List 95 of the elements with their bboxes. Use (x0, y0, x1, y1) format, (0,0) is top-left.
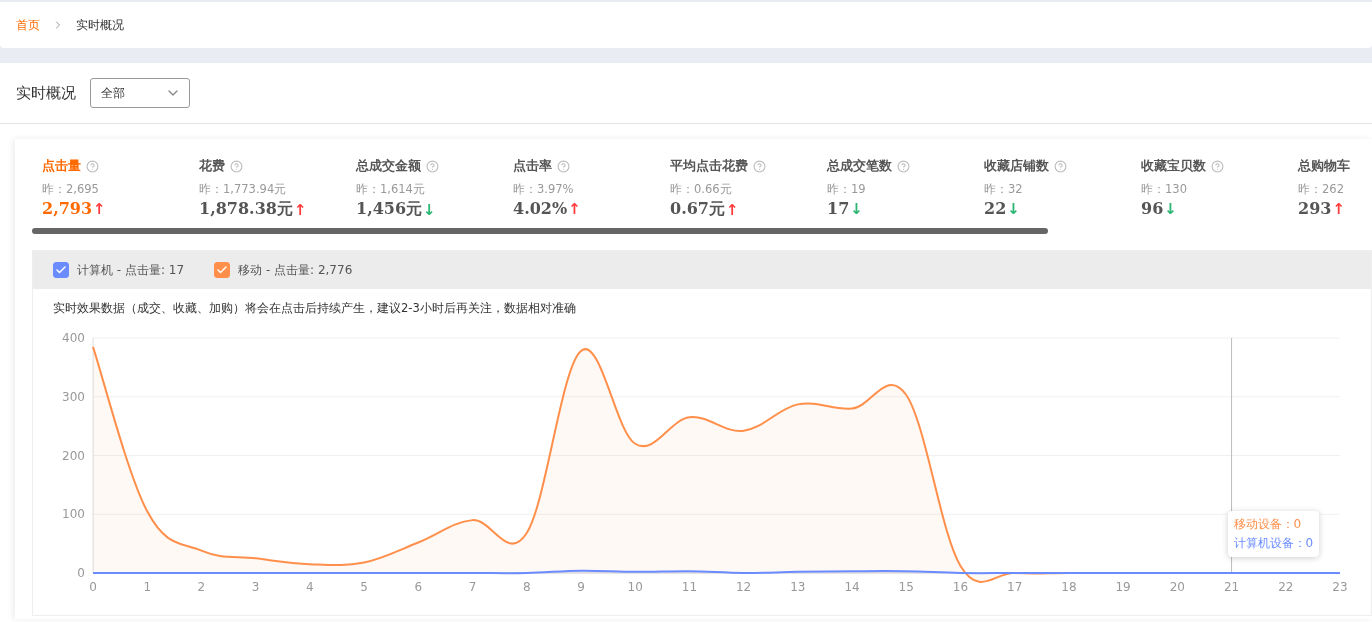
y-axis-label: 200 (62, 448, 85, 463)
x-axis-label: 6 (414, 580, 423, 594)
trend-arrow: ↑ (725, 200, 739, 219)
x-axis-label: 2 (197, 580, 206, 594)
metric-label: 点击率 (513, 157, 552, 175)
help-icon[interactable] (557, 159, 570, 173)
metric-label: 点击量 (42, 157, 81, 175)
x-axis-label: 14 (844, 580, 860, 594)
notice-text: 实时效果数据（成交、收藏、加购）将会在点击后持续产生，建议2-3小时后再关注，数据相对准确 (52, 300, 577, 317)
metric-yesterday: 昨：0.66元 (670, 182, 733, 198)
metric-yesterday: 昨：32 (984, 182, 1024, 198)
metric-value: 4.02% (513, 199, 568, 218)
x-axis-label: 10 (627, 580, 643, 594)
help-icon[interactable] (897, 159, 910, 173)
check-icon (216, 264, 229, 276)
metric-card[interactable]: 总成交金额 昨：1,614元 1,456元↓ (356, 156, 513, 220)
metric-card[interactable]: 总成交笔数 昨：19 17↓ (827, 156, 984, 220)
help-icon[interactable] (1054, 159, 1067, 173)
metric-value: 96 (1141, 199, 1164, 218)
metric-card[interactable]: 花费 昨：1,773.94元 1,878.38元↑ (199, 156, 356, 220)
x-axis-label: 17 (1007, 580, 1023, 594)
x-axis-label: 7 (468, 580, 477, 594)
x-axis-label: 12 (735, 580, 752, 594)
y-axis-label: 300 (62, 389, 85, 404)
metric-yesterday: 昨：1,773.94元 (199, 182, 288, 198)
trend-arrow: ↓ (423, 200, 436, 219)
help-icon[interactable] (230, 159, 243, 173)
metric-label: 花费 (199, 157, 225, 175)
y-axis-label: 0 (77, 566, 85, 580)
trend-arrow: ↑ (568, 199, 581, 218)
legend-label: 计算机 - 点击量: 17 (77, 261, 185, 279)
trend-arrow: ↓ (850, 199, 863, 218)
metric-card[interactable]: 收藏宝贝数 昨：130 96↓ (1141, 156, 1298, 220)
check-icon (55, 264, 67, 276)
x-axis-label: 22 (1278, 580, 1294, 594)
x-axis-label: 19 (1115, 580, 1131, 594)
section-title: 实时概况 (16, 83, 76, 103)
x-axis-label: 1 (143, 580, 152, 594)
metric-yesterday: 昨：1,614元 (356, 182, 426, 198)
metric-card[interactable]: 收藏店铺数 昨：32 22↓ (984, 156, 1141, 220)
metric-label: 总购物车 (1298, 157, 1350, 175)
legend-checkbox[interactable] (53, 262, 69, 278)
trend-arrow: ↑ (293, 200, 307, 219)
legend-label: 移动 - 点击量: 2,776 (238, 261, 353, 279)
metric-value: 22 (984, 199, 1007, 218)
metric-card[interactable]: 点击率 昨：3.97% 4.02%↑ (513, 156, 670, 220)
x-axis-label: 4 (306, 580, 314, 594)
metric-value: 0.67元 (670, 199, 725, 220)
help-icon[interactable] (86, 159, 99, 173)
metric-value: 17 (827, 199, 850, 218)
x-axis-label: 23 (1332, 580, 1348, 594)
tooltip-line: 移动设备：0 (1233, 516, 1303, 533)
x-axis-label: 3 (251, 580, 260, 594)
y-axis-label: 100 (62, 507, 85, 522)
x-axis-label: 9 (577, 580, 585, 594)
metric-card[interactable]: 点击量 昨：2,695 2,793↑ (42, 156, 199, 220)
tooltip-line: 计算机设备：0 (1233, 535, 1314, 552)
metric-value: 293 (1298, 199, 1332, 218)
trend-arrow: ↓ (1164, 199, 1177, 218)
trend-arrow: ↑ (1332, 199, 1345, 218)
x-axis-label: 5 (360, 580, 368, 594)
x-axis-label: 13 (790, 580, 806, 594)
metric-value: 1,456元 (356, 199, 423, 220)
metric-label: 平均点击花费 (670, 157, 748, 175)
filter-select[interactable]: 全部 (90, 78, 190, 108)
metric-yesterday: 昨：2,695 (42, 182, 100, 198)
x-axis-label: 21 (1223, 580, 1240, 594)
y-axis-label: 400 (62, 331, 85, 345)
x-axis-label: 16 (952, 580, 969, 594)
x-axis-label: 15 (898, 580, 914, 594)
metric-yesterday: 昨：19 (827, 182, 867, 198)
metric-card[interactable]: 总购物车 昨：262 293↑ (1298, 156, 1372, 220)
metric-yesterday: 昨：262 (1298, 182, 1345, 198)
help-icon[interactable] (1211, 159, 1224, 173)
breadcrumb-current: 实时概况 (76, 16, 124, 34)
legend-checkbox[interactable] (214, 262, 231, 278)
help-icon[interactable] (753, 159, 766, 173)
metric-label: 总成交笔数 (827, 157, 892, 175)
metric-label: 收藏宝贝数 (1141, 157, 1206, 175)
x-axis-label: 8 (522, 580, 531, 594)
metric-value: 1,878.38元 (199, 199, 293, 220)
metric-value: 2,793 (42, 199, 93, 218)
x-axis-label: 11 (681, 580, 698, 594)
help-icon[interactable] (426, 159, 439, 173)
metric-yesterday: 昨：3.97% (513, 182, 575, 198)
x-axis-label: 20 (1169, 580, 1185, 594)
metric-card[interactable]: 平均点击花费 昨：0.66元 0.67元↑ (670, 156, 827, 220)
x-axis-label: 18 (1061, 580, 1077, 594)
metric-label: 总成交金额 (356, 157, 421, 175)
metric-yesterday: 昨：130 (1141, 182, 1188, 198)
metric-label: 收藏店铺数 (984, 157, 1049, 175)
trend-arrow: ↑ (93, 199, 106, 218)
x-axis-label: 0 (89, 580, 97, 594)
scrollbar-thumb[interactable] (32, 228, 1048, 234)
trend-arrow: ↓ (1007, 199, 1020, 218)
